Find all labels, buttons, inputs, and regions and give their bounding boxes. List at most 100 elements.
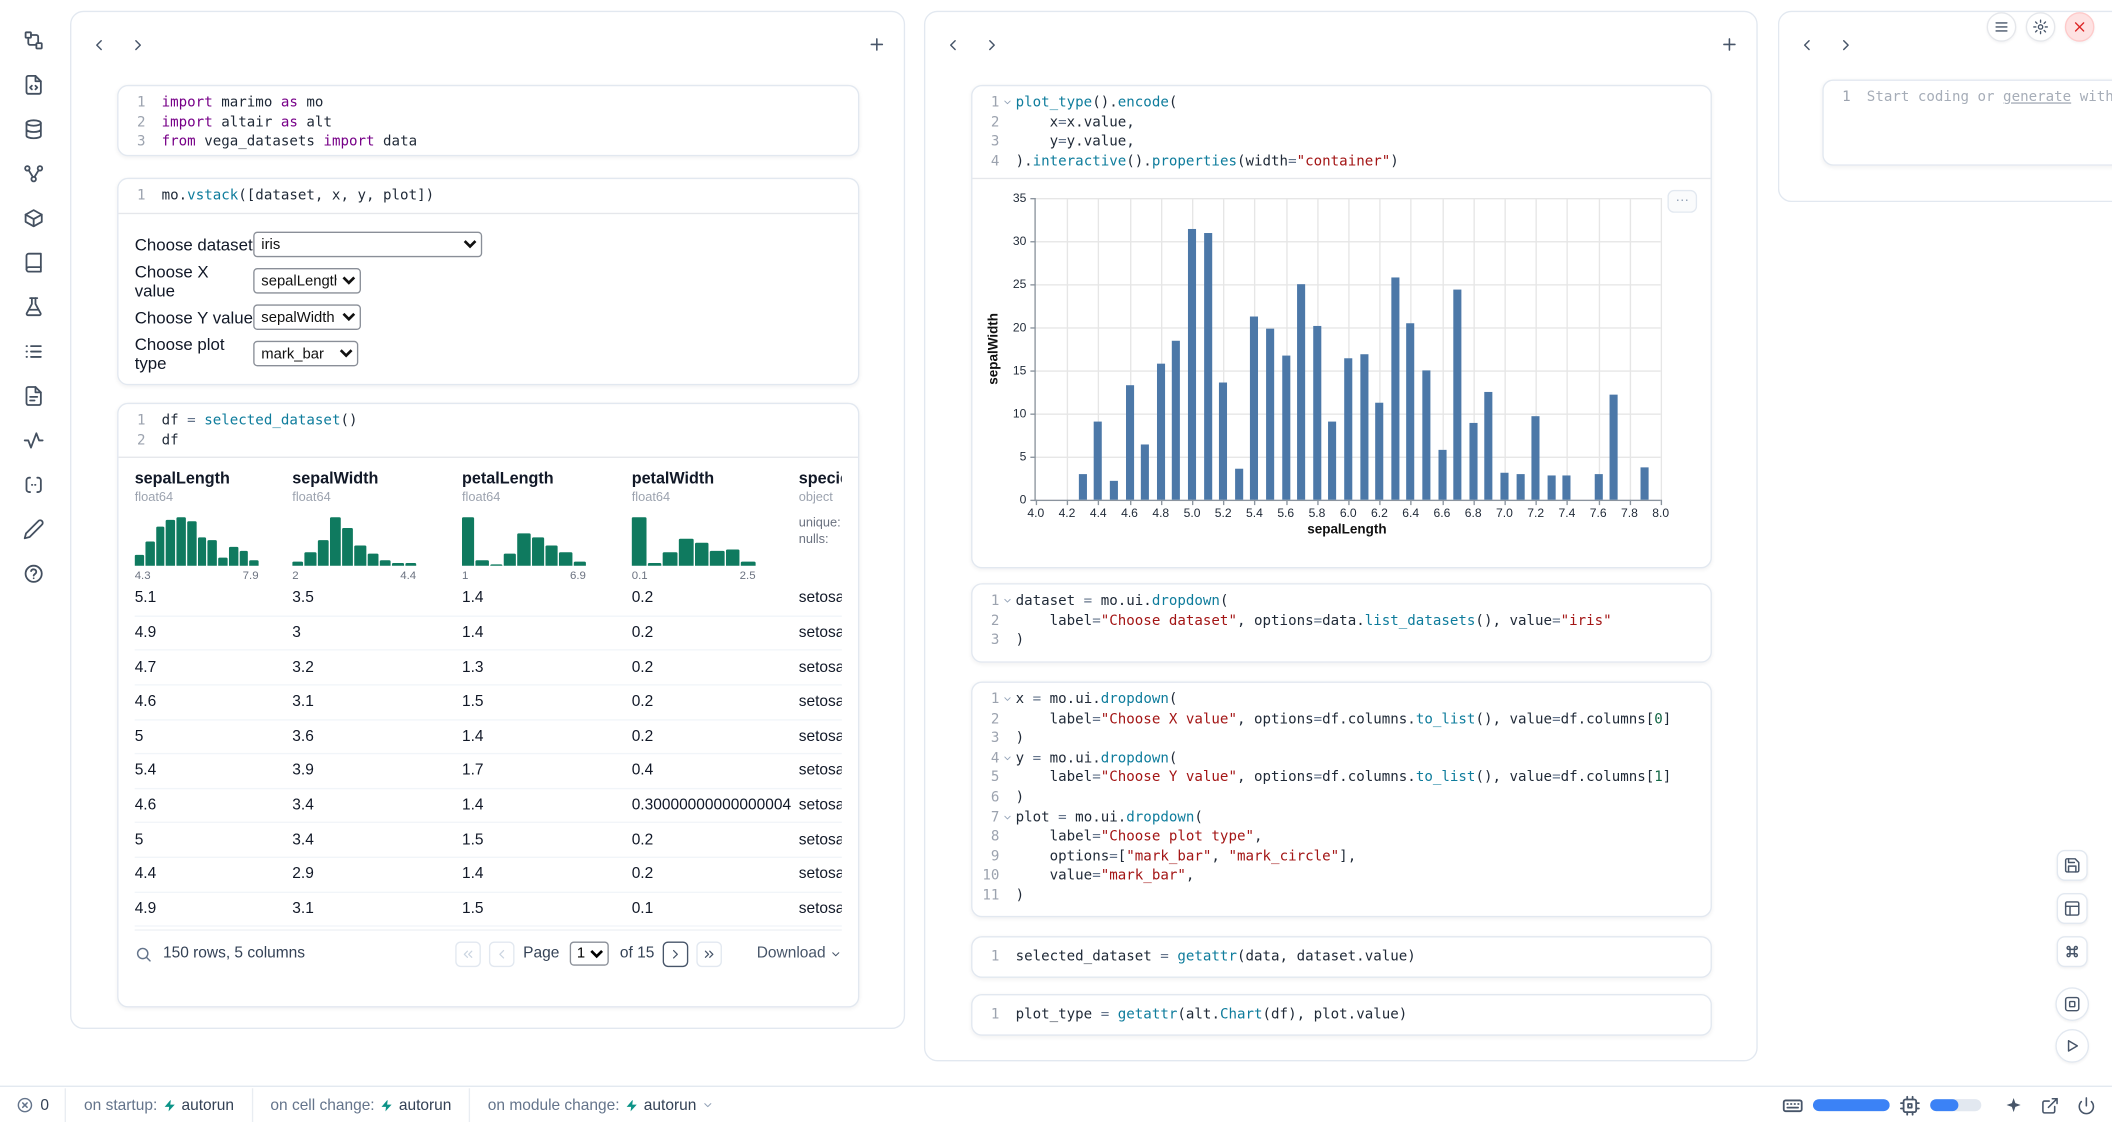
table-cell: setosa bbox=[799, 694, 842, 710]
x-tick-label: 5.0 bbox=[1184, 507, 1201, 520]
sidebar-help-button[interactable] bbox=[18, 558, 50, 590]
code-editor[interactable]: 1x = mo.ui.dropdown(2 label="Choose X va… bbox=[972, 683, 1710, 913]
column-prev-button[interactable] bbox=[939, 31, 966, 58]
table-cell: 1.5 bbox=[462, 901, 632, 917]
sidebar-packages-button[interactable] bbox=[18, 202, 50, 234]
code-editor[interactable]: 1import marimo as mo2import altair as al… bbox=[119, 86, 858, 156]
table-row[interactable]: 4.73.21.30.2setosa bbox=[135, 651, 842, 685]
sidebar-logs-button[interactable] bbox=[18, 380, 50, 412]
table-row[interactable]: 53.61.40.2setosa bbox=[135, 720, 842, 754]
fold-chevron-icon[interactable] bbox=[999, 591, 1015, 611]
add-cell-button[interactable] bbox=[863, 31, 890, 58]
ai-button[interactable] bbox=[2004, 1096, 2023, 1115]
column-name[interactable]: species bbox=[799, 469, 842, 488]
download-button[interactable]: Download bbox=[757, 946, 842, 962]
sidebar-scratchpad-button[interactable] bbox=[18, 513, 50, 545]
column-name[interactable]: petalWidth bbox=[632, 469, 775, 488]
app-preview-button[interactable] bbox=[2055, 987, 2089, 1021]
x-tick-label: 6.8 bbox=[1465, 507, 1482, 520]
table-cell: setosa bbox=[799, 866, 842, 882]
code-line: 1selected_dataset = getattr(data, datase… bbox=[972, 947, 1710, 967]
sidebar-files-button[interactable] bbox=[18, 69, 50, 101]
fold-chevron-icon[interactable] bbox=[999, 690, 1015, 710]
sidebar-snippets-button[interactable] bbox=[18, 469, 50, 501]
sidebar-notebook-map-button[interactable] bbox=[18, 24, 50, 56]
fold-chevron-icon[interactable] bbox=[999, 93, 1015, 113]
shutdown-button[interactable] bbox=[2077, 1096, 2096, 1115]
fold-chevron-icon[interactable] bbox=[999, 749, 1015, 769]
add-cell-button[interactable] bbox=[1716, 31, 1743, 58]
y-value-select[interactable]: sepalWidth bbox=[253, 305, 361, 331]
column-prev-button[interactable] bbox=[85, 31, 112, 58]
table-row[interactable]: 4.42.91.40.2setosa bbox=[135, 858, 842, 892]
x-tick-label: 4.8 bbox=[1152, 507, 1169, 520]
next-page-button[interactable] bbox=[662, 941, 688, 967]
x-value-select[interactable]: sepalLength bbox=[253, 268, 361, 294]
last-page-button[interactable] bbox=[696, 941, 722, 967]
sidebar-documentation-button[interactable] bbox=[18, 246, 50, 278]
column-name[interactable]: petalLength bbox=[462, 469, 607, 488]
code-editor[interactable]: 1df = selected_dataset()2df bbox=[119, 404, 858, 457]
sidebar-datasets-button[interactable] bbox=[18, 113, 50, 145]
code-editor[interactable]: 1plot_type().encode(2 x=x.value,3 y=y.va… bbox=[972, 86, 1710, 178]
bar-chart[interactable]: 4.04.24.44.64.85.05.25.45.65.86.06.26.46… bbox=[1034, 198, 1660, 501]
close-button[interactable] bbox=[2065, 12, 2095, 42]
table-cell: 4.9 bbox=[135, 901, 293, 917]
code-editor[interactable]: 1mo.vstack([dataset, x, y, plot]) bbox=[119, 179, 858, 212]
chart-options-button[interactable]: ⋯ bbox=[1667, 190, 1697, 213]
column-prev-button[interactable] bbox=[1793, 31, 1820, 58]
sidebar-dependencies-button[interactable] bbox=[18, 158, 50, 190]
sidebar-outline-button[interactable] bbox=[18, 335, 50, 367]
table-row[interactable]: 4.63.11.50.2setosa bbox=[135, 686, 842, 720]
error-indicator[interactable]: 0 bbox=[0, 1096, 65, 1114]
column-next-button[interactable] bbox=[978, 31, 1005, 58]
run-config-item[interactable]: on startup:autorun bbox=[67, 1087, 252, 1122]
code-editor[interactable]: 1plot_type = getattr(alt.Chart(df), plot… bbox=[972, 995, 1710, 1034]
run-config-item[interactable]: on cell change:autorun bbox=[253, 1087, 469, 1122]
run-config-item[interactable]: on module change:autorun bbox=[470, 1087, 731, 1122]
y-tick-label: 35 bbox=[1013, 192, 1036, 205]
notebook-menu-button[interactable] bbox=[1987, 12, 2017, 42]
keyboard-shortcuts-button[interactable] bbox=[2057, 936, 2088, 967]
table-row[interactable]: 5.43.91.70.4setosa bbox=[135, 754, 842, 788]
table-cell: 1.4 bbox=[462, 866, 632, 882]
column-name[interactable]: sepalWidth bbox=[292, 469, 437, 488]
cell-dataframe: 1df = selected_dataset()2df sepalLengthf… bbox=[117, 403, 859, 1008]
prev-page-button[interactable] bbox=[489, 941, 515, 967]
x-tick-label: 5.4 bbox=[1246, 507, 1263, 520]
table-row[interactable]: 4.931.40.2setosa bbox=[135, 617, 842, 651]
sidebar-tracebacks-button[interactable] bbox=[18, 424, 50, 456]
table-cell: 0.2 bbox=[632, 591, 799, 607]
table-cell: 3.4 bbox=[292, 832, 462, 848]
table-row[interactable]: 5.13.51.40.2setosa bbox=[135, 582, 842, 616]
column-name[interactable]: sepalLength bbox=[135, 469, 268, 488]
search-icon[interactable] bbox=[135, 945, 153, 963]
page-select[interactable]: 1 bbox=[570, 942, 609, 966]
chart-bar bbox=[1641, 467, 1649, 500]
sidebar-experiments-button[interactable] bbox=[18, 291, 50, 323]
layout-select-button[interactable] bbox=[2057, 893, 2088, 924]
dataset-select[interactable]: iris bbox=[253, 232, 482, 258]
table-cell: 5 bbox=[135, 832, 293, 848]
column-next-button[interactable] bbox=[124, 31, 151, 58]
code-editor-placeholder[interactable]: 1Start coding or generate with AI bbox=[1824, 81, 2112, 114]
table-row[interactable]: 53.41.50.2setosa bbox=[135, 823, 842, 857]
dropdown-label: Choose X value bbox=[135, 262, 254, 300]
share-button[interactable] bbox=[2041, 1096, 2060, 1115]
line-number: 3 bbox=[972, 729, 999, 749]
table-row[interactable]: 4.93.11.50.1setosa bbox=[135, 892, 842, 926]
column-next-button[interactable] bbox=[1832, 31, 1859, 58]
line-number: 1 bbox=[972, 591, 999, 611]
code-editor[interactable]: 1selected_dataset = getattr(data, datase… bbox=[972, 937, 1710, 976]
code-editor[interactable]: 1dataset = mo.ui.dropdown(2 label="Choos… bbox=[972, 585, 1710, 657]
settings-button[interactable] bbox=[2026, 12, 2056, 42]
save-button[interactable] bbox=[2057, 850, 2088, 881]
cell-vstack: 1mo.vstack([dataset, x, y, plot]) Choose… bbox=[117, 178, 859, 385]
table-row[interactable]: 4.63.41.40.30000000000000004setosa bbox=[135, 789, 842, 823]
notebook-column-1: 1import marimo as mo2import altair as al… bbox=[70, 11, 905, 1029]
run-all-button[interactable] bbox=[2055, 1029, 2089, 1063]
first-page-button[interactable] bbox=[456, 941, 482, 967]
fold-chevron-icon[interactable] bbox=[999, 808, 1015, 828]
code-line: 3) bbox=[972, 729, 1710, 749]
plot-type-select[interactable]: mark_bar bbox=[253, 341, 358, 367]
